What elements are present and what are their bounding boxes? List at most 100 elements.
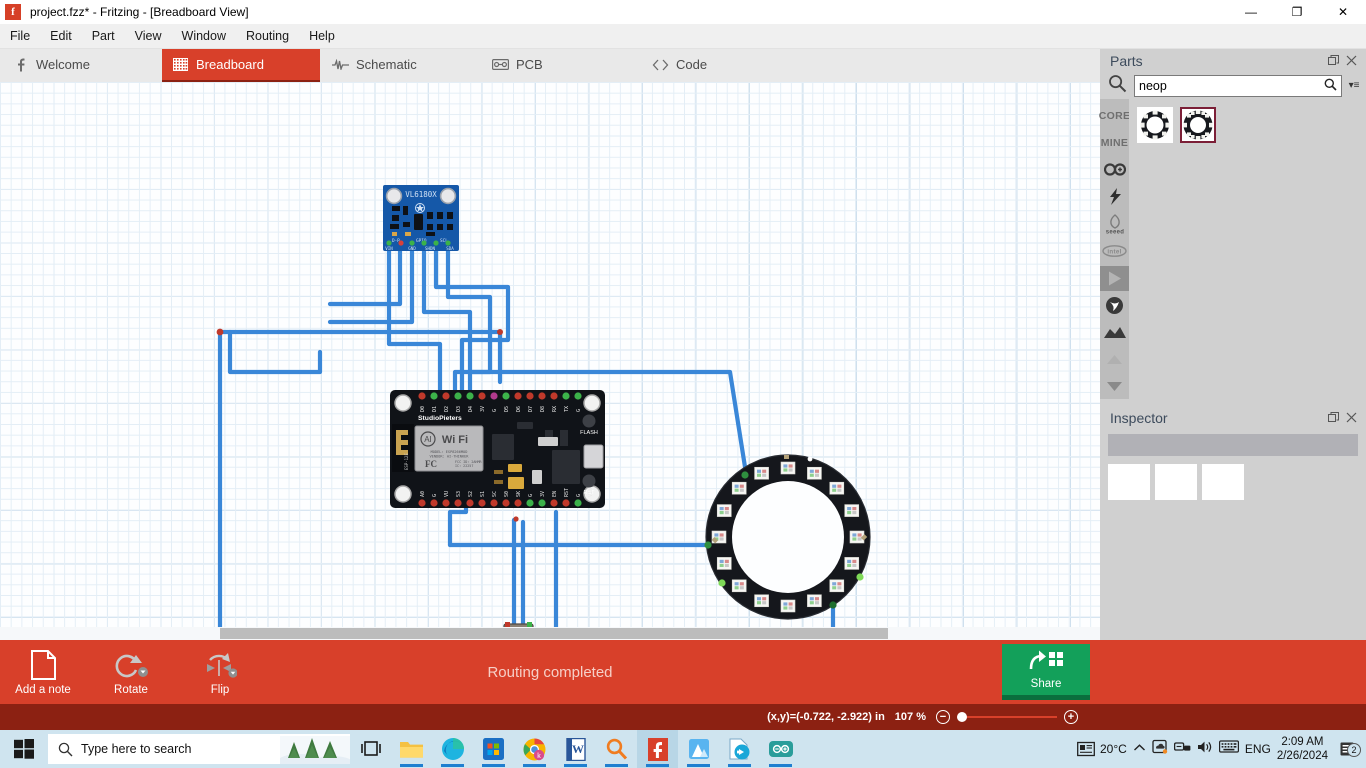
svg-text:ESP-12E: ESP-12E — [404, 453, 409, 470]
zoom-in-icon[interactable]: + — [1064, 710, 1078, 724]
dock-icon[interactable] — [1324, 411, 1342, 426]
bin-core[interactable]: CORE — [1099, 103, 1130, 128]
arduino-ide-icon[interactable] — [760, 730, 801, 768]
network-icon[interactable] — [1173, 740, 1191, 759]
svg-text:D1: D1 — [432, 406, 438, 412]
photos-icon[interactable] — [678, 730, 719, 768]
add-note-button[interactable]: Add a note — [0, 640, 86, 704]
parts-search-box[interactable] — [1134, 75, 1342, 97]
svg-text:EN: EN — [552, 491, 558, 497]
menu-file[interactable]: File — [0, 24, 40, 49]
search-icon — [1104, 74, 1130, 98]
part-nodemcu-esp8266[interactable]: D0 D1 D2 D3 D4 3V G D5 D6 D7 D8 RX TX G … — [390, 390, 605, 508]
flip-button[interactable]: Flip — [177, 640, 263, 704]
menu-routing[interactable]: Routing — [236, 24, 299, 49]
zoom-slider[interactable] — [957, 712, 1057, 722]
close-icon[interactable] — [1342, 411, 1360, 426]
svg-text:RST: RST — [564, 488, 570, 497]
menu-window[interactable]: Window — [172, 24, 236, 49]
menu-part[interactable]: Part — [82, 24, 125, 49]
bin-mine[interactable]: MINE — [1100, 130, 1129, 155]
svg-text:VU: VU — [444, 491, 450, 497]
news-and-weather[interactable]: 20°C — [1077, 741, 1127, 757]
inspector-preview-pcb[interactable] — [1202, 464, 1244, 500]
microsoft-store-icon[interactable] — [473, 730, 514, 768]
restore-button[interactable]: ❐ — [1274, 0, 1320, 24]
parts-menu-icon[interactable]: ▾≡ — [1346, 81, 1362, 91]
circle-icon[interactable] — [1100, 293, 1129, 318]
part-vl6180x-sensor[interactable]: VL6180X D-R GPIO SCL VIN GND SHDN SDA — [383, 185, 459, 251]
scrollbar-thumb[interactable] — [220, 628, 888, 639]
play-icon[interactable] — [1100, 265, 1129, 291]
windows-start-icon[interactable] — [0, 730, 48, 768]
svg-text:D7: D7 — [528, 406, 534, 412]
file-explorer-icon[interactable] — [391, 730, 432, 768]
breadboard-canvas[interactable]: fritzing — [0, 82, 1100, 636]
tab-pcb[interactable]: PCB — [482, 49, 640, 80]
microsoft-edge-icon[interactable] — [432, 730, 473, 768]
chevron-up-icon[interactable] — [1100, 347, 1129, 372]
zoom-level: 107 % — [894, 711, 926, 723]
part-result-neopixel-ring-16[interactable] — [1180, 107, 1216, 143]
tab-welcome[interactable]: Welcome — [2, 49, 160, 80]
tab-label: Schematic — [356, 57, 417, 72]
keyboard-icon[interactable] — [1218, 740, 1239, 758]
close-button[interactable]: ✕ — [1320, 0, 1366, 24]
svg-text:seeed: seeed — [1105, 229, 1124, 234]
zoom-out-icon[interactable]: − — [936, 710, 950, 724]
fritzing-icon[interactable] — [637, 730, 678, 768]
transfer-icon[interactable] — [719, 730, 760, 768]
sparkfun-icon[interactable] — [1100, 184, 1129, 209]
taskbar-clock[interactable]: 2:09 AM 2/26/2024 — [1277, 735, 1328, 763]
onedrive-icon[interactable] — [1152, 739, 1168, 759]
inspector-title: Inspector — [1110, 410, 1168, 426]
seeed-icon[interactable]: seeed — [1100, 211, 1129, 236]
breadboard-icon — [172, 57, 189, 72]
part-result-neopixel-ring-12[interactable] — [1137, 107, 1173, 143]
minimize-button[interactable]: — — [1228, 0, 1274, 24]
inspector-preview-schematic[interactable] — [1155, 464, 1197, 500]
svg-text:D8: D8 — [540, 406, 546, 412]
canvas-horizontal-scrollbar[interactable] — [0, 627, 1100, 640]
zoom-slider-handle[interactable] — [957, 712, 967, 722]
arduino-icon[interactable] — [1100, 157, 1129, 182]
google-chrome-icon[interactable]: k — [514, 730, 555, 768]
language-indicator[interactable]: ENG — [1245, 742, 1271, 756]
tab-code[interactable]: Code — [642, 49, 800, 80]
menu-edit[interactable]: Edit — [40, 24, 82, 49]
inspector-previews — [1108, 464, 1366, 500]
part-neopixel-ring-16[interactable] — [704, 454, 871, 620]
mountain-icon[interactable] — [1100, 320, 1129, 345]
rotate-button[interactable]: Rotate — [88, 640, 174, 704]
svg-text:RX: RX — [552, 406, 558, 412]
search-submit-icon[interactable] — [1324, 78, 1337, 94]
svg-text:G: G — [492, 409, 498, 412]
notifications-icon[interactable]: 2 — [1334, 741, 1361, 758]
menu-view[interactable]: View — [125, 24, 172, 49]
window-title: project.fzz* - Fritzing - [Breadboard Vi… — [30, 5, 249, 19]
chevron-down-icon[interactable] — [1100, 374, 1129, 399]
menu-help[interactable]: Help — [299, 24, 345, 49]
svg-text:G: G — [528, 494, 534, 497]
microsoft-word-icon[interactable]: W — [555, 730, 596, 768]
tab-schematic[interactable]: Schematic — [322, 49, 480, 80]
search-input[interactable] — [1139, 79, 1324, 93]
inspector-preview-breadboard[interactable] — [1108, 464, 1150, 500]
intel-icon[interactable]: intel — [1100, 238, 1129, 263]
search-everything-icon[interactable] — [596, 730, 637, 768]
tool-label: Add a note — [15, 683, 71, 696]
dock-icon[interactable] — [1324, 54, 1342, 69]
chevron-up-icon[interactable] — [1133, 740, 1146, 758]
volume-icon[interactable] — [1197, 740, 1213, 759]
share-icon — [1028, 649, 1064, 676]
parts-bin-body: CORE MINE seeed intel — [1099, 99, 1366, 399]
taskbar-search[interactable]: Type here to search — [48, 734, 350, 764]
weather-temperature: 20°C — [1100, 742, 1127, 756]
fritzing-application-window: f project.fzz* - Fritzing - [Breadboard … — [0, 0, 1366, 768]
svg-text:SDA: SDA — [446, 246, 454, 251]
share-button[interactable]: Share — [1002, 644, 1090, 700]
tab-breadboard[interactable]: Breadboard — [162, 49, 320, 83]
close-icon[interactable] — [1342, 54, 1360, 69]
search-placeholder-text: Type here to search — [81, 742, 192, 756]
task-view-icon[interactable] — [350, 730, 391, 768]
